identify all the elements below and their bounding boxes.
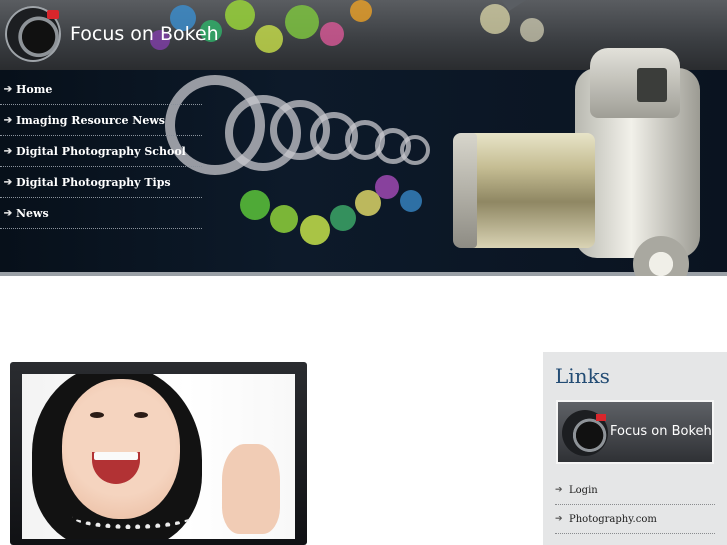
arrow-right-icon: ➔ (3, 83, 13, 95)
nav-item-digital-photography-school[interactable]: ➔ Digital Photography School (0, 136, 202, 167)
site-title: Focus on Bokeh (70, 23, 219, 45)
nav-item-home[interactable]: ➔ Home (0, 74, 202, 105)
camera-lens-front (453, 133, 477, 248)
photo-eye (134, 412, 148, 418)
camera-lcd (637, 68, 667, 102)
nav-item-digital-photography-tips[interactable]: ➔ Digital Photography Tips (0, 167, 202, 198)
arrow-right-icon: ➔ (3, 176, 13, 188)
arrow-right-icon: ➔ (3, 207, 13, 219)
arrow-right-icon: ➔ (555, 514, 563, 524)
photo-face (62, 379, 180, 519)
nav-item-label: News (16, 206, 49, 220)
nav-item-label: Imaging Resource News (16, 113, 166, 127)
arrow-right-icon: ➔ (3, 114, 13, 126)
nav-item-imaging-resource-news[interactable]: ➔ Imaging Resource News (0, 105, 202, 136)
nav-item-label: Digital Photography School (16, 144, 186, 158)
featured-photo-frame (10, 362, 307, 545)
sidebar-link-photography-com[interactable]: ➔ Photography.com (555, 505, 715, 534)
camera-illustration (453, 38, 715, 276)
featured-photo (22, 374, 295, 539)
photo-eye (90, 412, 104, 418)
nav-item-label: Home (16, 82, 53, 96)
main-nav: ➔ Home ➔ Imaging Resource News ➔ Digital… (0, 74, 202, 229)
links-title: Links (555, 364, 610, 388)
lens-logo-icon (562, 410, 608, 456)
arrow-right-icon: ➔ (3, 145, 13, 157)
site-header: Focus on Bokeh ➔ Home ➔ Imaging Resource… (0, 0, 727, 276)
sidebar-link-label: Photography.com (569, 513, 657, 525)
sidebar-link-login[interactable]: ➔ Login (555, 476, 715, 505)
nav-item-news[interactable]: ➔ News (0, 198, 202, 229)
links-logo-text: Focus on Bokeh (610, 424, 712, 439)
photo-necklace (72, 504, 192, 529)
lens-logo-icon (5, 6, 61, 62)
links-logo-banner[interactable]: Focus on Bokeh (556, 400, 714, 464)
photo-hand (222, 444, 280, 534)
links-sidebar: Links Focus on Bokeh ➔ Login ➔ Photograp… (543, 352, 727, 545)
nav-item-label: Digital Photography Tips (16, 175, 171, 189)
site-logo[interactable]: Focus on Bokeh (5, 6, 219, 62)
sidebar-link-label: Login (569, 484, 598, 496)
arrow-right-icon: ➔ (555, 485, 563, 495)
photo-teeth (94, 452, 138, 460)
